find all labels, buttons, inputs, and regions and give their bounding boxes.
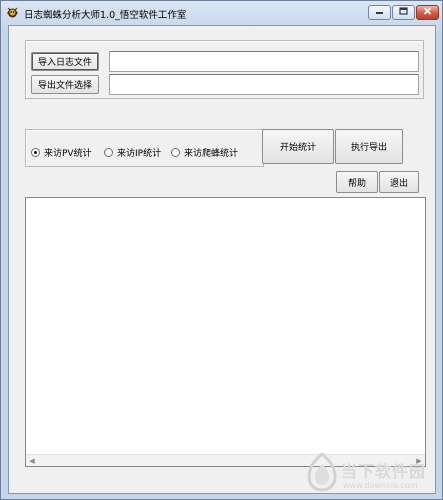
radio-ip-indicator — [104, 148, 113, 157]
watermark-logo-icon — [305, 452, 339, 492]
export-file-button[interactable]: 导出文件选择 — [31, 75, 99, 94]
export-button[interactable]: 执行导出 — [335, 129, 403, 164]
radio-spider-indicator — [171, 148, 180, 157]
client-area: 导入日志文件 导出文件选择 来访PV统计 来访IP统计 来访爬蜂统计 开始统计 … — [8, 25, 436, 494]
maximize-button[interactable] — [392, 5, 415, 20]
watermark-text: 当下软件园 — [341, 462, 427, 481]
close-button[interactable] — [416, 5, 439, 20]
watermark: 当下软件园 www.downxia.com — [305, 452, 439, 497]
export-path-input[interactable] — [109, 74, 419, 95]
window-title: 日志蜘蛛分析大师1.0_悟空软件工作室 — [24, 10, 187, 21]
watermark-url: www.downxia.com — [343, 481, 418, 490]
start-stats-button[interactable]: 开始统计 — [262, 129, 334, 164]
output-textarea[interactable]: ◀ ▶ — [25, 197, 426, 467]
minimize-button[interactable] — [368, 5, 391, 20]
app-window: 日志蜘蛛分析大师1.0_悟空软件工作室 导入日志文件 导出文件选择 来访PV统计 — [0, 0, 443, 500]
radio-ip-stats[interactable]: 来访IP统计 — [104, 146, 161, 159]
radio-pv-stats[interactable]: 来访PV统计 — [31, 146, 92, 159]
minimize-icon — [375, 8, 384, 18]
title-bar[interactable]: 日志蜘蛛分析大师1.0_悟空软件工作室 — [1, 1, 442, 25]
spider-app-icon — [6, 6, 19, 19]
radio-ip-label: 来访IP统计 — [117, 149, 162, 159]
scroll-left-icon[interactable]: ◀ — [28, 457, 36, 465]
exit-button[interactable]: 退出 — [379, 171, 419, 193]
close-icon — [423, 7, 432, 18]
radio-pv-label: 来访PV统计 — [44, 149, 92, 159]
help-button[interactable]: 帮助 — [336, 171, 378, 193]
maximize-icon — [399, 7, 408, 18]
import-log-button[interactable]: 导入日志文件 — [31, 52, 99, 71]
radio-spider-label: 来访爬蜂统计 — [184, 149, 239, 159]
radio-spider-stats[interactable]: 来访爬蜂统计 — [171, 146, 238, 159]
import-path-input[interactable] — [109, 51, 419, 72]
radio-pv-indicator — [31, 148, 40, 157]
